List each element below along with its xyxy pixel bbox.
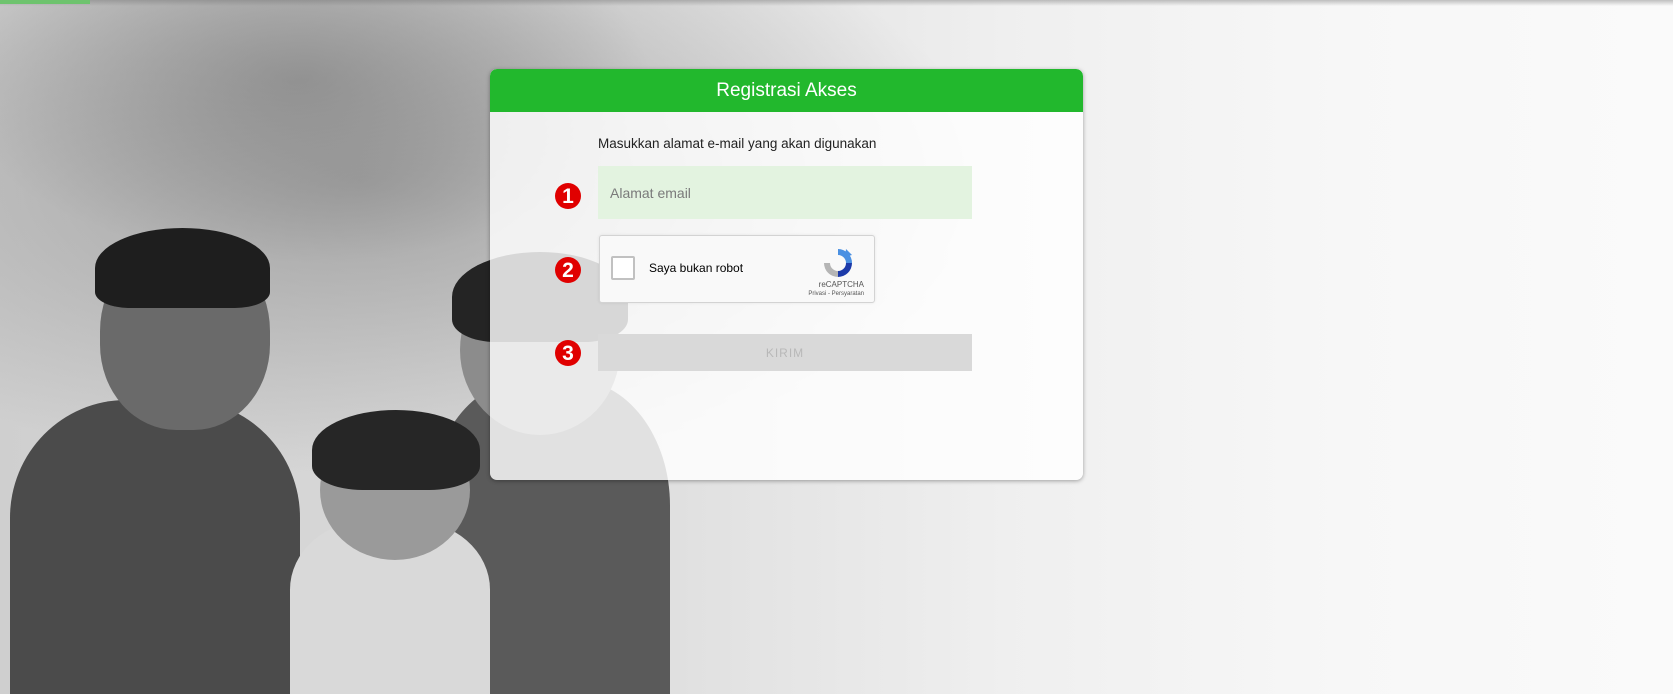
recaptcha-brand: reCAPTCHA <box>818 280 864 289</box>
page-stage: Registrasi Akses Masukkan alamat e-mail … <box>0 0 1673 694</box>
recaptcha-label: Saya bukan robot <box>649 261 744 275</box>
recaptcha-logo-icon <box>824 249 852 277</box>
recaptcha-widget: Saya bukan robot reCAPTCHA Privasi - Per… <box>599 235 875 303</box>
step-badge-2: 2 <box>555 257 581 283</box>
card-title: Registrasi Akses <box>490 69 1083 112</box>
photo-man-hair <box>95 228 270 308</box>
recaptcha-privacy-links[interactable]: Privasi - Persyaratan <box>808 291 864 297</box>
recaptcha-checkbox[interactable] <box>611 256 635 280</box>
photo-child-hair <box>312 410 480 490</box>
submit-button[interactable]: KIRIM <box>598 334 972 371</box>
photo-man-body <box>10 400 300 694</box>
step-badge-3: 3 <box>555 340 581 366</box>
email-instruction: Masukkan alamat e-mail yang akan digunak… <box>598 136 877 151</box>
top-shadow <box>0 0 1673 6</box>
top-corner-mark <box>0 0 90 4</box>
step-badge-1: 1 <box>555 183 581 209</box>
email-input[interactable] <box>598 166 972 219</box>
